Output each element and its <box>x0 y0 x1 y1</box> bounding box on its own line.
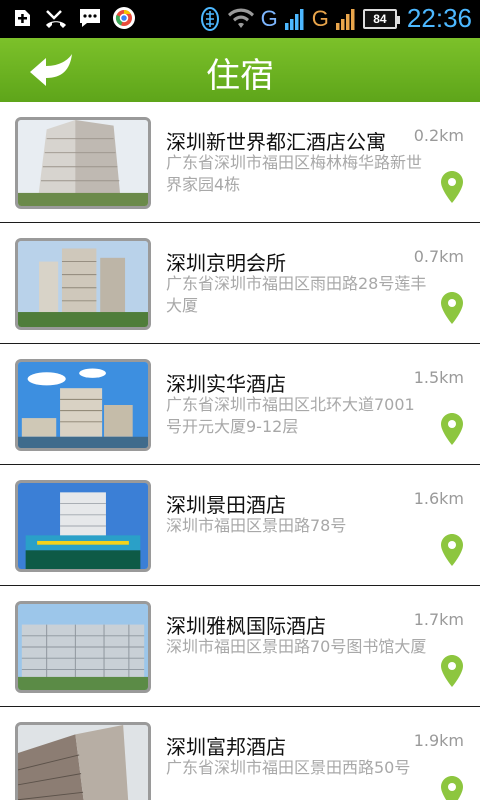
hotel-thumbnail <box>15 359 151 451</box>
system-indicators: G G 84 22:36 <box>199 3 472 34</box>
map-pin-icon[interactable] <box>440 170 464 204</box>
hotel-address: 广东省深圳市福田区梅林梅华路新世界家园4栋 <box>166 153 423 194</box>
hotel-distance: 0.7km <box>413 247 464 266</box>
list-item[interactable]: 深圳新世界都汇酒店公寓 0.2km 广东省深圳市福田区梅林梅华路新世界家园4栋 <box>0 102 480 223</box>
list-item[interactable]: 深圳实华酒店 1.5km 广东省深圳市福田区北环大道7001号开元大厦9-12层 <box>0 344 480 465</box>
hotel-name: 深圳雅枫国际酒店 <box>166 614 326 638</box>
battery-icon: 84 <box>362 8 400 29</box>
hotel-distance: 1.6km <box>413 489 464 508</box>
battery-level: 84 <box>373 11 387 26</box>
map-pin-icon[interactable] <box>440 775 464 800</box>
wifi-icon <box>227 7 254 28</box>
add-icon <box>10 6 34 30</box>
signal-2-icon <box>335 8 355 30</box>
list-item[interactable]: 深圳雅枫国际酒店 1.7km 深圳市福田区景田路70号图书馆大厦 <box>0 586 480 707</box>
hotel-thumbnail <box>15 601 151 693</box>
hotel-distance: 1.5km <box>413 368 464 387</box>
map-pin-icon[interactable] <box>440 533 464 567</box>
missed-call-icon <box>44 6 68 30</box>
notification-icons <box>10 6 136 30</box>
hotel-thumbnail <box>15 480 151 572</box>
hotel-address: 广东省深圳市福田区雨田路28号莲丰大厦 <box>166 274 427 315</box>
hotel-address: 广东省深圳市福田区景田西路50号 <box>166 758 411 777</box>
map-pin-icon[interactable] <box>440 654 464 688</box>
hotel-address: 广东省深圳市福田区北环大道7001号开元大厦9-12层 <box>166 395 415 436</box>
hotel-thumbnail <box>15 722 151 800</box>
hotel-address: 深圳市福田区景田路70号图书馆大厦 <box>166 637 427 656</box>
hotel-list: 深圳新世界都汇酒店公寓 0.2km 广东省深圳市福田区梅林梅华路新世界家园4栋 … <box>0 102 480 800</box>
network-type-1: G <box>260 5 278 31</box>
hotel-name: 深圳景田酒店 <box>166 493 286 517</box>
hotel-address: 深圳市福田区景田路78号 <box>166 516 347 535</box>
clock: 22:36 <box>406 3 472 33</box>
hotel-thumbnail <box>15 238 151 330</box>
network-location-icon <box>200 6 219 31</box>
map-pin-icon[interactable] <box>440 412 464 446</box>
page-title: 住宿 <box>206 56 274 96</box>
hotel-distance: 1.9km <box>413 731 464 750</box>
title-bar: 住宿 <box>0 38 480 102</box>
hotel-distance: 0.2km <box>413 126 464 145</box>
list-item[interactable]: 深圳京明会所 0.7km 广东省深圳市福田区雨田路28号莲丰大厦 <box>0 223 480 344</box>
hotel-name: 深圳新世界都汇酒店公寓 <box>166 130 386 154</box>
hotel-thumbnail <box>15 117 151 209</box>
status-bar: G G 84 22:36 <box>0 0 480 38</box>
list-item[interactable]: 深圳景田酒店 1.6km 深圳市福田区景田路78号 <box>0 465 480 586</box>
browser-icon <box>112 6 136 30</box>
hotel-name: 深圳富邦酒店 <box>166 735 286 759</box>
hotel-name: 深圳京明会所 <box>166 251 286 275</box>
list-item[interactable]: 深圳富邦酒店 1.9km 广东省深圳市福田区景田西路50号 <box>0 707 480 800</box>
signal-1-icon <box>284 8 304 30</box>
hotel-distance: 1.7km <box>413 610 464 629</box>
sms-icon <box>78 6 102 30</box>
network-type-2: G <box>311 5 329 31</box>
hotel-name: 深圳实华酒店 <box>166 372 286 396</box>
map-pin-icon[interactable] <box>440 291 464 325</box>
